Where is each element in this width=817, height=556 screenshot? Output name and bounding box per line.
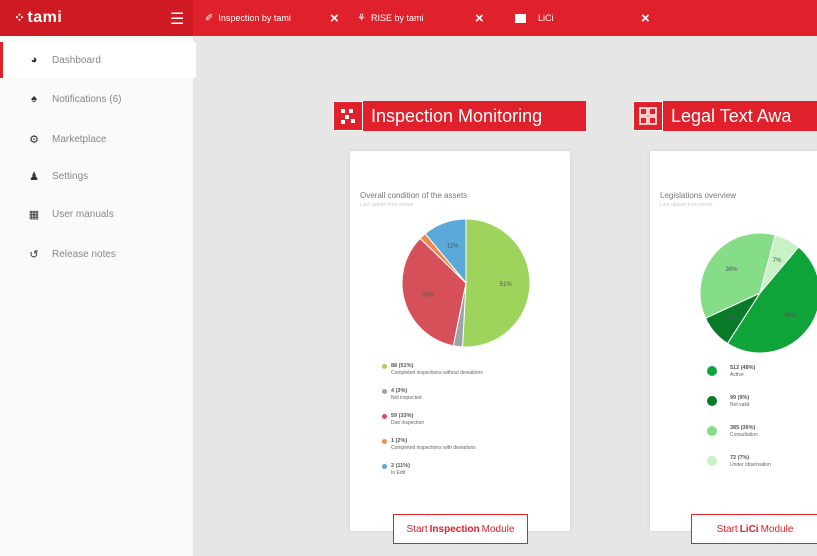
sidebar-item-release-notes[interactable]: ↺ Release notes	[0, 236, 193, 272]
legend-label: Consultation	[730, 432, 758, 438]
legal-module-banner[interactable]: Legal Text Awa	[633, 101, 817, 131]
legend-label: Active	[730, 372, 744, 378]
legend-label: In Edit	[391, 470, 406, 476]
chart-title: Overall condition of the assets	[360, 191, 468, 200]
legend-marker	[707, 426, 717, 436]
module-title: Inspection Monitoring	[371, 105, 543, 126]
sidebar-item-label: Release notes	[52, 248, 116, 260]
legend-label: Not valid	[730, 402, 750, 408]
close-icon[interactable]: ×	[475, 10, 484, 27]
legend-value: 99 (9%)	[730, 395, 750, 401]
lici-icon	[515, 13, 526, 23]
inspection-icon: ✐	[205, 12, 214, 24]
start-lici-button[interactable]: Start LiCi Module	[691, 514, 817, 544]
tab-inspection[interactable]: ✐ Inspection by tami ×	[205, 0, 339, 36]
legend-label: Completed inspections without deviations	[391, 370, 483, 376]
logo-dots-icon: ⁘	[14, 10, 26, 25]
legal-card: Legislations overview Last update from s…	[650, 151, 817, 531]
button-prefix: Start	[716, 523, 738, 535]
legend-value: 385 (36%)	[730, 425, 756, 431]
sidebar-item-dashboard[interactable]: ◕ Dashboard	[0, 42, 196, 78]
app-logo[interactable]: ⁘ tami	[14, 9, 62, 27]
menu-toggle-icon[interactable]: ☰	[170, 9, 184, 29]
start-inspection-button[interactable]: Start Inspection Module	[393, 514, 528, 544]
tab-rise[interactable]: ⚘ RISE by tami ×	[357, 0, 484, 36]
legend-value: 59 (33%)	[391, 413, 414, 419]
sidebar-item-user-manuals[interactable]: ▦ User manuals	[0, 196, 193, 232]
slice-label: 33%	[422, 293, 435, 299]
slice-label: 48%	[784, 313, 797, 319]
inspection-module-banner[interactable]: Inspection Monitoring	[333, 101, 586, 131]
legend-label: Under observation	[730, 462, 771, 468]
chart-title: Legislations overview	[660, 191, 737, 200]
module-title: Legal Text Awa	[671, 105, 792, 126]
users-settings-icon: ♟	[29, 170, 39, 183]
bell-icon: ♠	[31, 93, 37, 105]
slice-label: 51%	[500, 282, 513, 288]
chart-subtitle: Last update from vessel	[360, 202, 414, 208]
sidebar-item-label: Notifications (6)	[52, 93, 122, 105]
sidebar-item-label: Marketplace	[52, 133, 107, 145]
legal-module-icon	[633, 101, 663, 131]
slice-label: 7%	[773, 258, 782, 264]
legend-marker	[707, 456, 717, 466]
rise-icon: ⚘	[357, 12, 366, 24]
marketplace-icon: ⚙	[29, 133, 39, 146]
button-bold: Inspection	[429, 523, 480, 535]
chart-subtitle: Last update from server	[660, 202, 713, 208]
legend-value: 88 (51%)	[391, 363, 414, 369]
sidebar-item-notifications[interactable]: ♠ Notifications (6)	[0, 81, 193, 117]
sidebar: ◕ Dashboard ♠ Notifications (6) ⚙ Market…	[0, 36, 196, 556]
tab-label: Inspection by tami	[218, 13, 291, 23]
inspection-pie-chart: 51% 33% 11%	[401, 218, 531, 348]
legend-marker	[382, 364, 387, 369]
button-suffix: Module	[760, 523, 794, 535]
legend-marker	[382, 439, 387, 444]
legend-value: 1 (2%)	[391, 438, 408, 444]
legend-label: Completed inspections with deviations	[391, 445, 476, 451]
slice-label: 11%	[447, 244, 459, 250]
history-icon: ↺	[29, 248, 39, 261]
sidebar-item-marketplace[interactable]: ⚙ Marketplace	[0, 121, 193, 157]
tab-label: RISE by tami	[370, 13, 424, 23]
sidebar-item-label: User manuals	[52, 208, 114, 220]
legend-marker	[382, 464, 387, 469]
legend-marker	[707, 396, 717, 406]
inspection-card: Overall condition of the assets Last upd…	[350, 151, 570, 531]
tab-lici[interactable]: LiCi ×	[515, 0, 650, 36]
inspection-module-icon	[333, 101, 363, 131]
manual-icon: ▦	[28, 208, 40, 221]
legend-marker	[707, 366, 717, 376]
sidebar-item-settings[interactable]: ♟ Settings	[0, 158, 193, 194]
slice-label: 36%	[725, 267, 738, 273]
legend-value: 4 (3%)	[391, 388, 408, 394]
legend-value: 2 (11%)	[391, 463, 410, 469]
legend-marker	[382, 414, 387, 419]
legend-marker	[382, 389, 387, 394]
pie-slice[interactable]	[461, 218, 531, 348]
dashboard-icon: ◕	[30, 54, 38, 66]
legend-label: Not inspected	[391, 395, 422, 401]
close-icon[interactable]: ×	[641, 10, 650, 27]
tab-label: LiCi	[538, 13, 554, 23]
close-icon[interactable]: ×	[330, 10, 339, 27]
sidebar-item-label: Settings	[52, 170, 89, 182]
legend-value: 512 (48%)	[730, 365, 756, 371]
legend-value: 72 (7%)	[730, 455, 750, 461]
button-prefix: Start	[406, 523, 428, 535]
brand-area: ⁘ tami ☰	[0, 0, 193, 36]
top-bar: ⁘ tami ☰ ✐ Inspection by tami × ⚘ RISE by…	[0, 0, 817, 36]
legal-pie-chart: 48% 9% 36% 7%	[699, 232, 817, 353]
button-bold: LiCi	[739, 523, 759, 535]
button-suffix: Module	[481, 523, 515, 535]
slice-label: 9%	[728, 315, 737, 321]
legend-label: Due inspection	[391, 420, 425, 426]
sidebar-item-label: Dashboard	[52, 54, 101, 66]
